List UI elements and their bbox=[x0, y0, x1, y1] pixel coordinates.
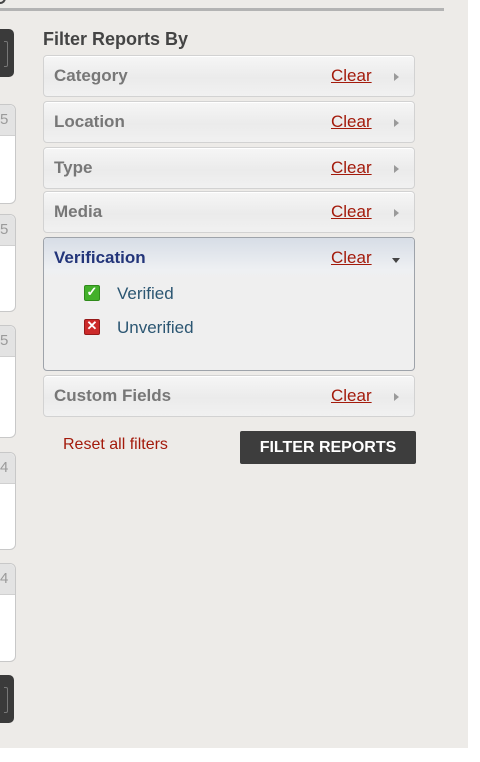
chevron-right-icon[interactable] bbox=[394, 119, 399, 127]
filter-type[interactable]: Type Clear bbox=[43, 147, 415, 189]
clear-link[interactable]: Clear bbox=[331, 158, 372, 178]
x-icon[interactable]: ✕ bbox=[84, 318, 100, 335]
chevron-right-icon[interactable] bbox=[394, 165, 399, 173]
left-report-stub[interactable]: 4 bbox=[0, 452, 16, 550]
stub-count: 5 bbox=[0, 221, 9, 238]
clear-link[interactable]: Clear bbox=[331, 248, 372, 268]
left-report-stub[interactable]: 5 bbox=[0, 214, 16, 312]
chevron-right-icon[interactable] bbox=[394, 209, 399, 217]
check-icon[interactable]: ✓ bbox=[84, 284, 100, 301]
stub-count: 4 bbox=[0, 459, 9, 476]
filter-name: Verification bbox=[54, 248, 146, 267]
clear-link[interactable]: Clear bbox=[331, 202, 372, 222]
left-report-stub[interactable]: 5 bbox=[0, 325, 16, 438]
panel-top-corner bbox=[0, 0, 6, 4]
option-label: Verified bbox=[117, 284, 174, 303]
stub-count: 5 bbox=[0, 111, 9, 128]
clear-link[interactable]: Clear bbox=[331, 386, 372, 406]
clear-link[interactable]: Clear bbox=[331, 66, 372, 86]
filter-name: Media bbox=[54, 202, 103, 221]
filter-location[interactable]: Location Clear bbox=[43, 101, 415, 143]
filter-title: Filter Reports By bbox=[43, 29, 189, 49]
stub-count: 4 bbox=[0, 570, 9, 587]
left-report-stub[interactable]: 5 bbox=[0, 104, 16, 204]
filter-name: Custom Fields bbox=[54, 386, 172, 405]
filter-verification: Verification Clear ✓ Verified ✕ Unverifi… bbox=[43, 237, 415, 371]
top-divider bbox=[0, 8, 444, 11]
left-dark-button-bottom[interactable] bbox=[0, 675, 14, 723]
chevron-right-icon[interactable] bbox=[394, 73, 399, 81]
filter-media[interactable]: Media Clear bbox=[43, 191, 415, 233]
filter-category[interactable]: Category Clear bbox=[43, 55, 415, 97]
clear-link[interactable]: Clear bbox=[331, 112, 372, 132]
option-label: Unverified bbox=[117, 318, 194, 337]
left-report-stub[interactable]: 4 bbox=[0, 563, 16, 662]
filter-panel: 5 5 5 4 4 Filter Reports By Category Cle… bbox=[0, 0, 468, 748]
stub-count: 5 bbox=[0, 332, 9, 349]
filter-name: Location bbox=[54, 112, 125, 131]
filter-custom-fields[interactable]: Custom Fields Clear bbox=[43, 375, 415, 417]
chevron-right-icon[interactable] bbox=[394, 393, 399, 401]
filter-name: Category bbox=[54, 66, 128, 85]
reset-filters-link[interactable]: Reset all filters bbox=[63, 436, 168, 454]
chevron-down-icon[interactable] bbox=[392, 258, 400, 263]
filter-reports-button[interactable]: FILTER REPORTS bbox=[240, 431, 416, 464]
filter-name: Type bbox=[54, 158, 93, 177]
left-dark-button-top[interactable] bbox=[0, 29, 14, 77]
